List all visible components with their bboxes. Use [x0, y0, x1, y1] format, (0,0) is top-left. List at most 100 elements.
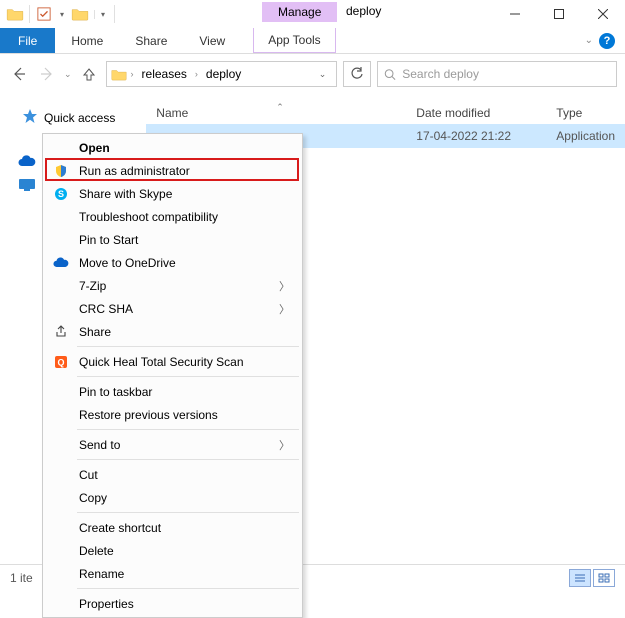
file-date-cell: 17-04-2022 21:22	[406, 129, 546, 143]
chevron-icon[interactable]: ›	[131, 69, 134, 79]
blank-icon	[51, 277, 71, 295]
menu-item-pin-start[interactable]: Pin to Start	[45, 228, 300, 251]
folder-icon	[109, 64, 129, 84]
menu-label: Pin to taskbar	[79, 385, 290, 399]
submenu-arrow-icon: 〉	[279, 278, 290, 294]
home-tab[interactable]: Home	[55, 28, 119, 53]
menu-label: Troubleshoot compatibility	[79, 210, 290, 224]
ribbon-tabs: File Home Share View App Tools ⌄ ?	[0, 28, 625, 54]
maximize-button[interactable]	[537, 0, 581, 28]
breadcrumb-item[interactable]: deploy	[200, 62, 247, 86]
menu-item-quickheal[interactable]: Q Quick Heal Total Security Scan	[45, 350, 300, 373]
menu-item-share[interactable]: Share	[45, 320, 300, 343]
menu-item-troubleshoot[interactable]: Troubleshoot compatibility	[45, 205, 300, 228]
file-tab[interactable]: File	[0, 28, 55, 53]
blank-icon	[51, 300, 71, 318]
status-text: 1 ite	[10, 571, 33, 585]
minimize-button[interactable]	[493, 0, 537, 28]
menu-item-send-to[interactable]: Send to 〉	[45, 433, 300, 456]
title-bar: ▾ ▾ Manage deploy	[0, 0, 625, 28]
menu-item-restore-previous[interactable]: Restore previous versions	[45, 403, 300, 426]
chevron-icon[interactable]: ▾	[94, 10, 109, 19]
refresh-button[interactable]	[343, 61, 371, 87]
recent-locations-icon[interactable]: ⌄	[64, 69, 72, 80]
forward-button[interactable]	[36, 63, 58, 85]
sidebar-item-quick-access[interactable]: Quick access	[0, 104, 146, 131]
search-icon	[384, 68, 396, 81]
cloud-icon[interactable]	[18, 155, 42, 179]
blank-icon	[51, 139, 71, 157]
menu-item-open[interactable]: Open	[45, 136, 300, 159]
menu-item-run-as-administrator[interactable]: Run as administrator	[45, 159, 300, 182]
window-title: deploy	[346, 4, 381, 18]
view-tab[interactable]: View	[183, 28, 241, 53]
help-icon[interactable]: ?	[599, 33, 615, 49]
blank-icon	[51, 383, 71, 401]
blank-icon	[51, 489, 71, 507]
menu-item-share-skype[interactable]: S Share with Skype	[45, 182, 300, 205]
share-icon	[51, 323, 71, 341]
menu-separator	[77, 429, 299, 430]
menu-label: Create shortcut	[79, 521, 290, 535]
menu-label: Share	[79, 325, 290, 339]
menu-item-create-shortcut[interactable]: Create shortcut	[45, 516, 300, 539]
quickheal-icon: Q	[51, 353, 71, 371]
menu-item-move-onedrive[interactable]: Move to OneDrive	[45, 251, 300, 274]
menu-item-pin-taskbar[interactable]: Pin to taskbar	[45, 380, 300, 403]
folder-icon[interactable]	[6, 6, 24, 22]
monitor-icon[interactable]	[18, 178, 42, 202]
menu-item-delete[interactable]: Delete	[45, 539, 300, 562]
share-tab[interactable]: Share	[119, 28, 183, 53]
sort-indicator-icon: ⌃	[276, 102, 284, 113]
column-date[interactable]: Date modified	[406, 106, 546, 120]
breadcrumb-item[interactable]: releases	[136, 62, 193, 86]
menu-separator	[77, 346, 299, 347]
blank-icon	[51, 565, 71, 583]
folder-icon	[71, 6, 89, 22]
blank-icon	[51, 208, 71, 226]
menu-label: Quick Heal Total Security Scan	[79, 355, 290, 369]
menu-item-properties[interactable]: Properties	[45, 592, 300, 615]
properties-icon[interactable]	[35, 6, 53, 22]
menu-label: Open	[79, 141, 290, 155]
menu-label: Delete	[79, 544, 290, 558]
back-button[interactable]	[8, 63, 30, 85]
separator	[114, 5, 115, 23]
menu-item-crc-sha[interactable]: CRC SHA 〉	[45, 297, 300, 320]
qat-dropdown-icon[interactable]: ▾	[56, 10, 68, 19]
menu-item-rename[interactable]: Rename	[45, 562, 300, 585]
ribbon-expand: ⌄ ?	[575, 28, 625, 53]
expand-chevron-icon[interactable]: ⌄	[585, 35, 593, 46]
close-button[interactable]	[581, 0, 625, 28]
file-type-cell: Application	[546, 129, 625, 143]
menu-item-7zip[interactable]: 7-Zip 〉	[45, 274, 300, 297]
address-dropdown-icon[interactable]: ⌄	[311, 69, 335, 80]
sidebar-item-label: Quick access	[44, 111, 115, 125]
menu-separator	[77, 588, 299, 589]
column-name[interactable]: Name ⌃	[146, 106, 406, 120]
menu-label: Pin to Start	[79, 233, 290, 247]
column-type[interactable]: Type	[546, 106, 592, 120]
column-headers: Name ⌃ Date modified Type	[146, 94, 625, 124]
menu-item-copy[interactable]: Copy	[45, 486, 300, 509]
submenu-arrow-icon: 〉	[279, 301, 290, 317]
menu-label: Share with Skype	[79, 187, 290, 201]
submenu-arrow-icon: 〉	[279, 437, 290, 453]
chevron-icon[interactable]: ›	[195, 69, 198, 79]
search-input[interactable]	[402, 67, 610, 81]
navigation-bar: ⌄ › releases › deploy ⌄	[0, 54, 625, 94]
star-icon	[22, 108, 38, 127]
view-toggles	[569, 569, 615, 587]
menu-label: Run as administrator	[79, 164, 290, 178]
blank-icon	[51, 519, 71, 537]
icons-view-button[interactable]	[593, 569, 615, 587]
search-box[interactable]	[377, 61, 617, 87]
column-label: Name	[156, 106, 188, 120]
app-tools-tab[interactable]: App Tools	[253, 28, 335, 53]
up-button[interactable]	[78, 63, 100, 85]
details-view-button[interactable]	[569, 569, 591, 587]
menu-item-cut[interactable]: Cut	[45, 463, 300, 486]
quick-access-toolbar: ▾ ▾	[0, 5, 117, 23]
address-bar[interactable]: › releases › deploy ⌄	[106, 61, 338, 87]
menu-label: Properties	[79, 597, 290, 611]
